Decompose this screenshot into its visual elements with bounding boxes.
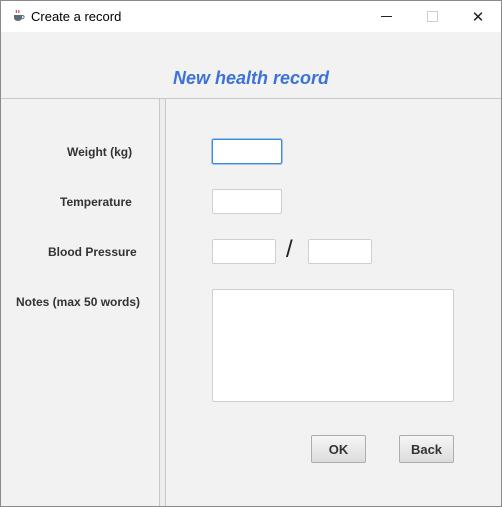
close-button[interactable]: ✕	[455, 1, 501, 32]
systolic-field[interactable]	[212, 239, 276, 264]
blood-pressure-label: Blood Pressure	[48, 245, 137, 259]
minimize-icon	[380, 16, 392, 17]
window-title: Create a record	[31, 9, 122, 24]
close-icon: ✕	[471, 8, 485, 26]
weight-label: Weight (kg)	[67, 145, 133, 159]
notes-label: Notes (max 50 words)	[16, 295, 141, 309]
maximize-button[interactable]	[409, 1, 455, 32]
page-title: New health record	[172, 68, 330, 88]
minimize-button[interactable]	[363, 1, 409, 32]
header-panel: New health record	[1, 32, 501, 99]
back-button[interactable]: Back	[399, 435, 454, 463]
weight-field[interactable]	[212, 139, 282, 164]
java-cup-icon	[11, 9, 25, 23]
temperature-label: Temperature	[60, 195, 132, 209]
temperature-field[interactable]	[212, 189, 282, 214]
title-bar[interactable]: Create a record ✕	[1, 1, 501, 32]
notes-textarea[interactable]	[212, 289, 454, 402]
ok-button[interactable]: OK	[311, 435, 366, 463]
split-divider[interactable]	[159, 99, 166, 506]
dialog-window: Create a record ✕ New health record Weig…	[0, 0, 502, 507]
diastolic-field[interactable]	[308, 239, 372, 264]
bp-separator: /	[286, 236, 293, 263]
maximize-icon	[426, 11, 438, 22]
